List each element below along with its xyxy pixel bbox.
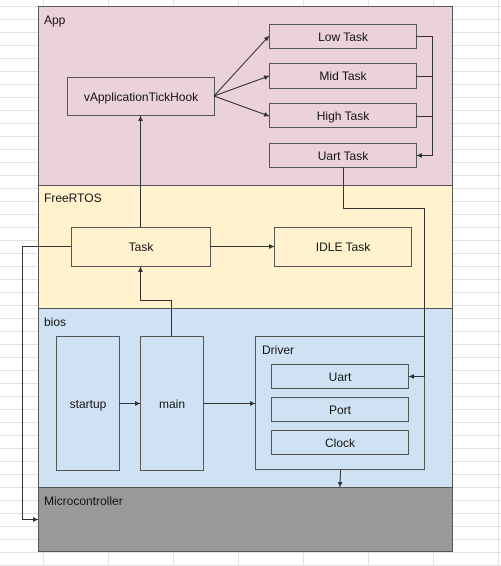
main-label: main	[159, 397, 185, 411]
tick-hook-label: vApplicationTickHook	[84, 90, 199, 104]
mid-task-label: Mid Task	[319, 69, 367, 83]
arrow-driver-to-microcontroller	[337, 469, 343, 488]
freertos-layer-label: FreeRTOS	[44, 191, 102, 205]
port-driver-label: Port	[329, 403, 352, 417]
uart-task-label: Uart Task	[318, 149, 369, 163]
clock-driver-label: Clock	[325, 436, 356, 450]
startup-label: startup	[70, 397, 107, 411]
high-task-label: High Task	[317, 109, 370, 123]
idle-task-label: IDLE Task	[316, 240, 371, 254]
uart-driver-label: Uart	[329, 370, 352, 384]
app-layer-label: App	[44, 13, 66, 27]
microcontroller-layer-label: Microcontroller	[44, 494, 123, 508]
task-label: Task	[129, 240, 155, 254]
bios-layer-label: bios	[44, 315, 66, 329]
low-task-label: Low Task	[318, 30, 369, 44]
architecture-diagram: App FreeRTOS bios Microcontroller vAppli…	[0, 0, 501, 566]
driver-label: Driver	[262, 343, 294, 357]
